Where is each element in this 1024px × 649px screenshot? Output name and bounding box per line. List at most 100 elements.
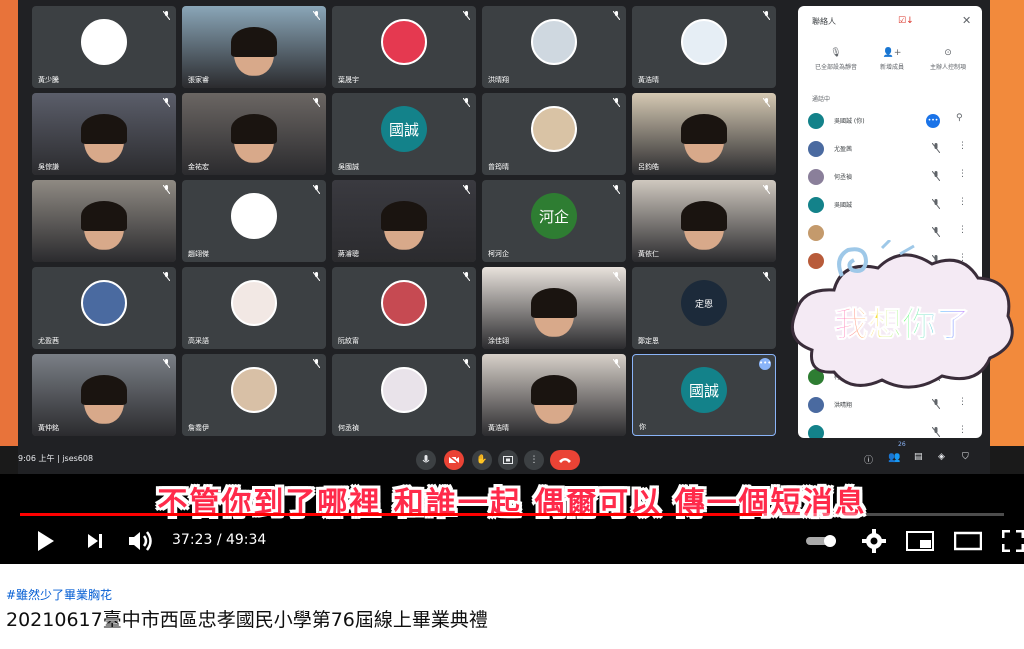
hashtag-link[interactable]: #雖然少了畢業胸花 bbox=[6, 586, 112, 603]
more-vert-icon[interactable]: ⋮ bbox=[958, 225, 967, 235]
miniplayer-icon[interactable] bbox=[906, 531, 934, 551]
mic-off-icon bbox=[613, 98, 620, 107]
settings-gear-icon[interactable] bbox=[862, 529, 886, 553]
chat-icon[interactable]: ▤ bbox=[914, 452, 923, 462]
avatar bbox=[808, 225, 824, 241]
participant-name: 詹喬伊 bbox=[188, 424, 209, 432]
autoplay-toggle[interactable] bbox=[806, 534, 840, 548]
person-hair bbox=[381, 201, 427, 232]
more-options-button[interactable]: ⋮ bbox=[524, 450, 544, 470]
theater-mode-icon[interactable] bbox=[954, 531, 982, 551]
participant-tile[interactable]: 黃浩晴 bbox=[632, 6, 776, 88]
time-display: 37:23 / 49:34 bbox=[172, 532, 267, 548]
people-list-item[interactable]: 吳國誠 (你) ••• ⚲ bbox=[808, 110, 974, 132]
fullscreen-icon[interactable] bbox=[1002, 530, 1024, 552]
more-vert-icon[interactable]: ⋮ bbox=[958, 197, 967, 207]
participant-name: 趙翊傑 bbox=[188, 250, 209, 258]
mic-button[interactable] bbox=[416, 450, 436, 470]
participant-tile[interactable]: 葉晟宇 bbox=[332, 6, 476, 88]
participant-tile[interactable]: 金祐宏 bbox=[182, 93, 326, 175]
participant-tile[interactable]: 黃少騰 bbox=[32, 6, 176, 88]
shark-avatar bbox=[681, 19, 727, 66]
participant-name: 你 bbox=[639, 423, 646, 431]
end-call-button[interactable] bbox=[550, 450, 580, 470]
mic-off-icon bbox=[313, 359, 320, 368]
participant-tile[interactable]: 涂佳翊 bbox=[482, 267, 626, 349]
person-hair bbox=[81, 201, 127, 232]
dog-drawing-avatar bbox=[81, 19, 127, 66]
more-vert-icon[interactable]: ⋮ bbox=[958, 169, 967, 179]
participant-tile[interactable]: 趙翊傑 bbox=[182, 180, 326, 262]
pin-icon[interactable]: ⚲ bbox=[956, 113, 963, 123]
people-icon[interactable]: 👥 bbox=[888, 452, 900, 463]
avatar bbox=[808, 425, 824, 438]
participant-tile[interactable]: 國誠 ••• 你 bbox=[632, 354, 776, 436]
person-name: 吳國誠 bbox=[834, 202, 853, 209]
progress-bar[interactable] bbox=[20, 513, 1004, 516]
video-player[interactable]: 黃少騰 張家睿 葉晟宇 洪晴翔 黃浩晴 吳倧謙 金祐宏 國誠 吳國誠 曾筠晴 呂鈞皓 趙翊傑 蔣濬聰 河企… bbox=[0, 0, 1024, 564]
host-controls-action[interactable]: ⊙ 主辦人控制項 bbox=[920, 48, 976, 71]
mic-off-icon bbox=[313, 185, 320, 194]
participant-name: 吳國誠 bbox=[338, 163, 359, 171]
more-vert-icon[interactable]: ⋮ bbox=[958, 397, 967, 407]
person-name: 尤盈茜 bbox=[834, 146, 853, 153]
person-name: 何丞禎 bbox=[834, 174, 853, 181]
cloud-sticker: 我想你了 bbox=[791, 240, 1014, 389]
participant-tile[interactable]: 曾筠晴 bbox=[482, 93, 626, 175]
people-list-item[interactable]: 尤盈茜 ⋮ bbox=[808, 138, 974, 160]
participant-tile[interactable]: 黃仲銘 bbox=[32, 354, 176, 436]
end-call-icon bbox=[559, 458, 571, 463]
mic-off-icon bbox=[163, 272, 170, 281]
people-list-item[interactable]: ⋮ bbox=[808, 422, 974, 438]
camera-off-button[interactable] bbox=[444, 450, 464, 470]
mic-off-icon bbox=[613, 272, 620, 281]
close-icon[interactable]: ✕ bbox=[962, 14, 971, 27]
volume-icon[interactable] bbox=[128, 530, 154, 552]
participant-tile[interactable]: 阮紋甯 bbox=[332, 267, 476, 349]
activities-icon[interactable]: ◈ bbox=[938, 452, 945, 462]
next-icon[interactable] bbox=[86, 532, 104, 550]
add-people-action[interactable]: 👤+ 新增成員 bbox=[864, 48, 920, 71]
mic-off-icon bbox=[932, 227, 940, 237]
participant-tile[interactable]: 吳倧謙 bbox=[32, 93, 176, 175]
participant-tile[interactable]: 定恩 鄭定恩 bbox=[632, 267, 776, 349]
mic-off-icon bbox=[763, 272, 770, 281]
person-hair bbox=[231, 114, 277, 145]
participant-tile[interactable]: 尤盈茜 bbox=[32, 267, 176, 349]
mute-all-action[interactable]: 🎙 已全部設為靜音 bbox=[808, 48, 864, 71]
present-button[interactable] bbox=[498, 450, 518, 470]
more-options-icon[interactable]: ••• bbox=[759, 358, 771, 370]
smiley-avatar bbox=[231, 193, 277, 240]
participant-tile[interactable]: 呂鈞皓 bbox=[632, 93, 776, 175]
anime-avatar bbox=[381, 280, 427, 327]
meet-clock: 9:06 上午 | jses608 bbox=[18, 454, 94, 463]
person-name: 洪晴翔 bbox=[834, 402, 853, 409]
sticker-text: 我想你了 bbox=[834, 305, 970, 345]
participant-tile[interactable]: 張家睿 bbox=[182, 6, 326, 88]
participant-tile[interactable]: 河企 柯河企 bbox=[482, 180, 626, 262]
participant-tile[interactable]: 蔣濬聰 bbox=[332, 180, 476, 262]
section-label: 通話中 bbox=[812, 96, 831, 103]
participant-tile[interactable]: 黃浩晴 bbox=[482, 354, 626, 436]
video-title: 20210617臺中市西區忠孝國民小學第76屆線上畢業典禮 bbox=[6, 609, 488, 631]
download-icon[interactable]: ☑↓ bbox=[898, 16, 914, 26]
more-vert-icon[interactable]: ⋮ bbox=[958, 141, 967, 151]
meet-toolbar: 9:06 上午 | jses608 ✋ ⋮ ⓘ 👥 26 ▤ ◈ ⛉ bbox=[18, 441, 990, 474]
people-list-item[interactable]: 何丞禎 ⋮ bbox=[808, 166, 974, 188]
people-list-item[interactable]: 洪晴翔 ⋮ bbox=[808, 394, 974, 416]
shield-icon[interactable]: ⛉ bbox=[962, 452, 969, 462]
participant-tile[interactable]: 詹喬伊 bbox=[182, 354, 326, 436]
participant-tile[interactable]: 黃依仁 bbox=[632, 180, 776, 262]
info-icon[interactable]: ⓘ bbox=[864, 453, 873, 466]
mic-off-icon bbox=[932, 199, 940, 209]
participant-tile[interactable]: 高采語 bbox=[182, 267, 326, 349]
raise-hand-button[interactable]: ✋ bbox=[472, 450, 492, 470]
play-icon[interactable] bbox=[36, 530, 56, 552]
mic-icon bbox=[422, 455, 430, 463]
participant-tile[interactable] bbox=[32, 180, 176, 262]
more-vert-icon[interactable]: ⋮ bbox=[958, 425, 967, 435]
participant-tile[interactable]: 何丞禎 bbox=[332, 354, 476, 436]
participant-tile[interactable]: 國誠 吳國誠 bbox=[332, 93, 476, 175]
participant-tile[interactable]: 洪晴翔 bbox=[482, 6, 626, 88]
people-list-item[interactable]: 吳國誠 ⋮ bbox=[808, 194, 974, 216]
